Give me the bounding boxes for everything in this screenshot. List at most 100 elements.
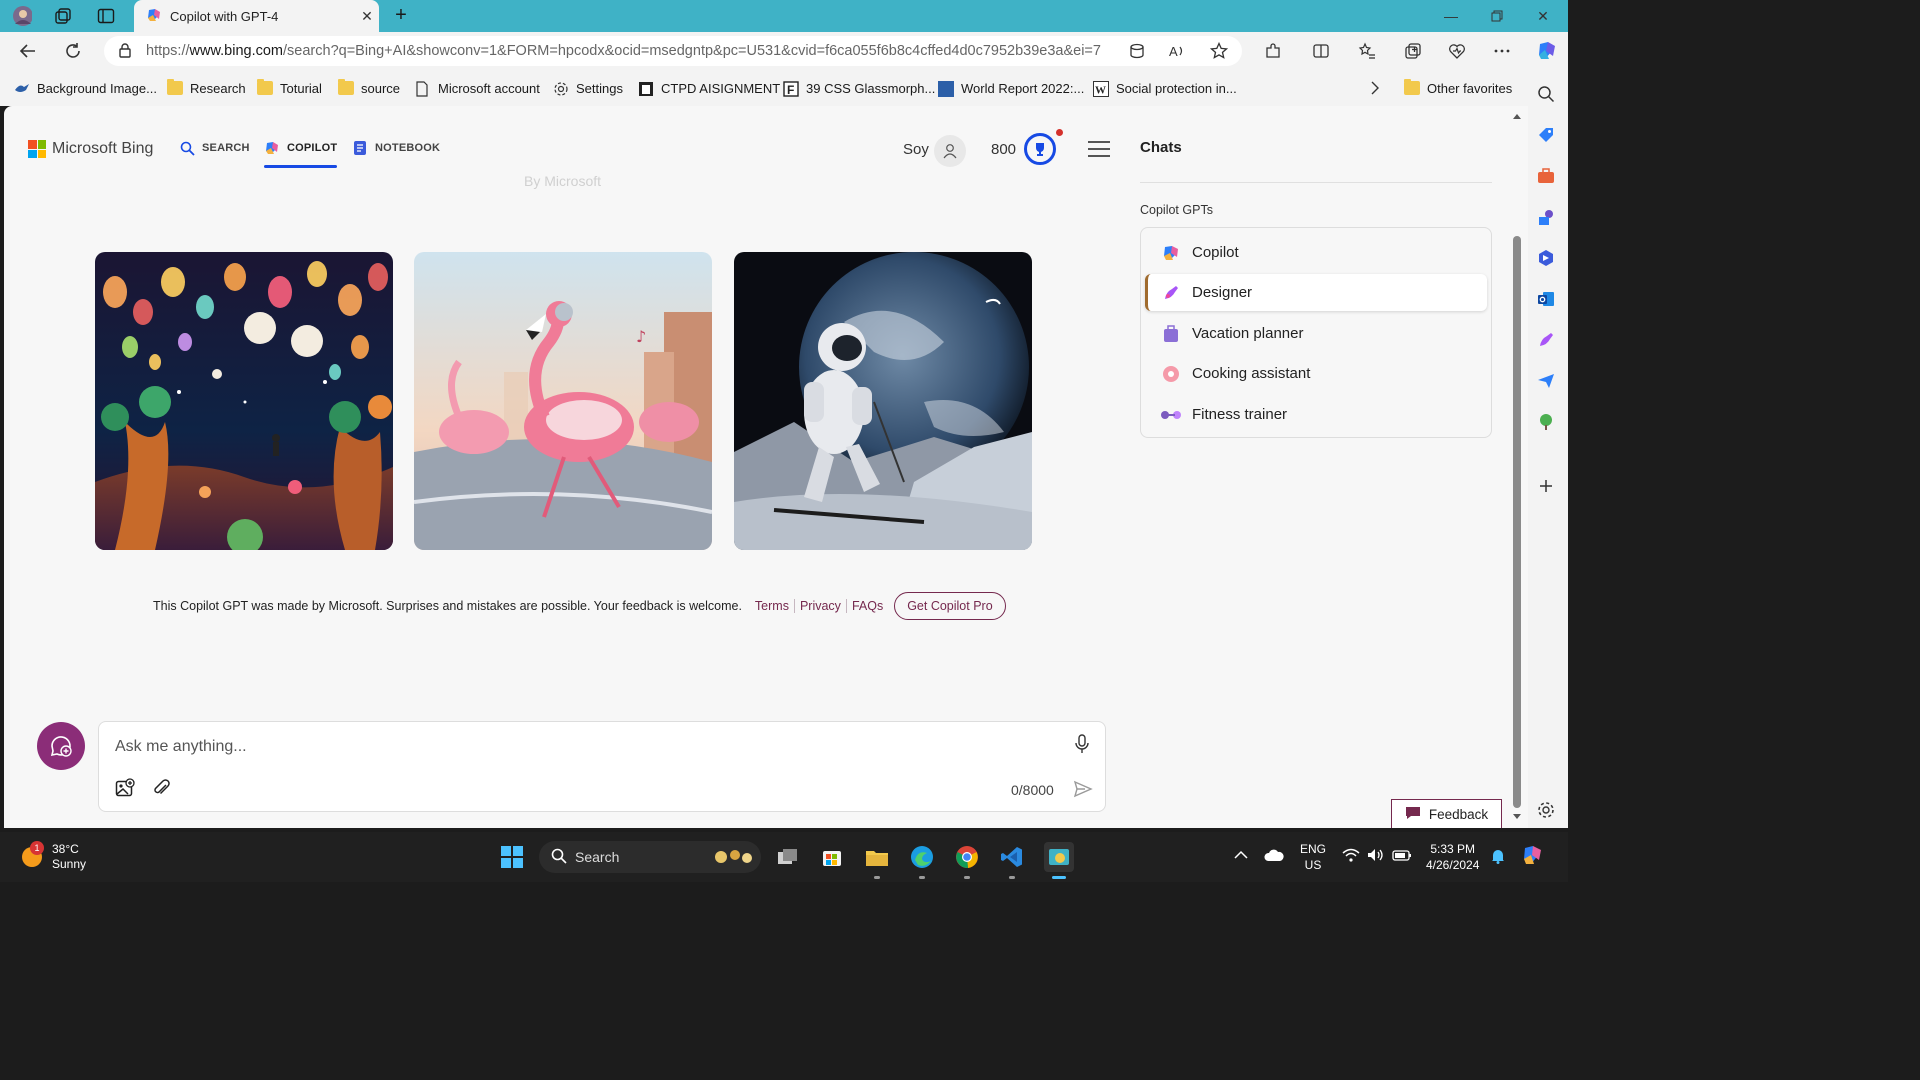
onedrive-icon[interactable] (1264, 848, 1284, 866)
close-tab-icon[interactable]: ✕ (355, 8, 379, 25)
image-upload-icon[interactable] (115, 778, 135, 801)
close-window-button[interactable]: ✕ (1520, 0, 1566, 32)
favorite-ctpd[interactable]: CTPD AISIGNMENT (638, 79, 780, 97)
copilot-sidebar-icon[interactable] (1534, 38, 1560, 64)
language-indicator[interactable]: ENG US (1300, 841, 1326, 873)
collections-icon[interactable] (1402, 40, 1424, 62)
gpt-item-vacation-planner[interactable]: Vacation planner (1145, 315, 1487, 352)
address-bar[interactable]: https://www.bing.com/search?q=Bing+AI&sh… (104, 36, 1242, 66)
hamburger-menu-icon[interactable] (1088, 141, 1110, 159)
favorite-toturial[interactable]: Toturial (257, 79, 322, 97)
split-screen-icon[interactable] (1310, 40, 1332, 62)
minimize-button[interactable]: — (1428, 0, 1474, 32)
weather-widget[interactable]: 1 38°C Sunny (22, 841, 86, 872)
favorite-social-protection[interactable]: W Social protection in... (1093, 79, 1237, 97)
chat-input[interactable]: Ask me anything... (115, 738, 247, 756)
extensions-icon[interactable] (1262, 40, 1284, 62)
browser-essentials-icon[interactable] (1446, 40, 1468, 62)
microsoft-store-icon[interactable] (819, 844, 845, 870)
gpt-item-copilot[interactable]: Copilot (1145, 234, 1487, 271)
example-image-lanterns[interactable] (95, 252, 393, 550)
bing-copilot-page: Microsoft Bing SEARCH COPILOT NOTEBOOK B… (4, 106, 1507, 828)
scrollbar-thumb[interactable] (1513, 236, 1521, 808)
user-name[interactable]: Soy (903, 141, 929, 158)
battery-icon[interactable] (1392, 848, 1412, 866)
add-sidebar-icon[interactable] (1536, 476, 1556, 496)
example-image-astronaut[interactable] (734, 252, 1032, 550)
favorite-research[interactable]: Research (167, 79, 246, 97)
favorite-microsoft-account[interactable]: Microsoft account (415, 79, 540, 97)
favorite-star-icon[interactable] (1208, 40, 1230, 62)
scroll-down-icon[interactable] (1512, 813, 1522, 821)
terms-link[interactable]: Terms (750, 599, 794, 613)
feedback-button[interactable]: Feedback (1391, 799, 1502, 828)
rewards-trophy-icon[interactable] (1024, 133, 1056, 165)
chevron-up-icon[interactable] (1234, 848, 1248, 864)
page-scrollbar[interactable] (1507, 106, 1528, 828)
microphone-icon[interactable] (1073, 734, 1091, 757)
database-icon[interactable] (1126, 40, 1148, 62)
rewards-points[interactable]: 800 (991, 141, 1016, 158)
favorite-background-image[interactable]: Background Image... (14, 79, 157, 97)
other-favorites[interactable]: Other favorites (1404, 79, 1512, 97)
chat-composer[interactable]: Ask me anything... 0/8000 (98, 721, 1106, 812)
profile-avatar-icon[interactable] (12, 6, 32, 26)
favorites-list-icon[interactable] (1356, 40, 1378, 62)
more-menu-icon[interactable] (1491, 40, 1513, 62)
copilot-taskbar-icon[interactable] (1521, 844, 1547, 872)
tools-icon[interactable] (1536, 166, 1556, 186)
get-copilot-pro-button[interactable]: Get Copilot Pro (894, 592, 1006, 620)
url-text[interactable]: https://www.bing.com/search?q=Bing+AI&sh… (146, 43, 1116, 59)
taskbar-search[interactable]: Search (539, 841, 761, 873)
tree-icon[interactable] (1536, 412, 1556, 432)
new-topic-button[interactable] (37, 722, 85, 770)
gpt-item-designer[interactable]: Designer (1145, 274, 1487, 311)
tab-search[interactable]: SEARCH (179, 140, 250, 156)
vscode-icon[interactable] (999, 844, 1025, 870)
volume-icon[interactable] (1367, 848, 1385, 866)
faqs-link[interactable]: FAQs (845, 599, 888, 613)
workspaces-icon[interactable] (53, 6, 73, 26)
gpt-item-cooking-assistant[interactable]: Cooking assistant (1145, 355, 1487, 392)
example-image-flamingo[interactable]: ♪ (414, 252, 712, 550)
outlook-icon[interactable] (1536, 289, 1556, 309)
new-tab-button[interactable]: + (389, 4, 413, 28)
back-icon[interactable] (16, 39, 40, 63)
games-icon[interactable] (1536, 207, 1556, 227)
favorite-world-report[interactable]: World Report 2022:... (938, 79, 1084, 97)
task-view-icon[interactable] (775, 844, 801, 870)
restore-button[interactable] (1474, 0, 1520, 32)
favorite-source[interactable]: source (338, 79, 400, 97)
clock[interactable]: 5:33 PM 4/26/2024 (1426, 841, 1479, 873)
chevron-right-icon[interactable] (1370, 79, 1380, 97)
windows-start-icon[interactable] (499, 844, 525, 870)
lock-icon[interactable] (118, 42, 132, 61)
wifi-icon[interactable] (1342, 848, 1360, 866)
browser-tab-active[interactable]: Copilot with GPT-4 ✕ (134, 0, 379, 32)
favorite-settings[interactable]: Settings (553, 79, 623, 97)
shopping-tag-icon[interactable] (1536, 125, 1556, 145)
scroll-up-icon[interactable] (1512, 112, 1522, 120)
m365-icon[interactable] (1536, 248, 1556, 268)
search-icon[interactable] (1536, 84, 1556, 104)
browser-window-icon[interactable] (1044, 842, 1074, 872)
sidebar-settings-icon[interactable] (1536, 800, 1556, 820)
favorite-css-glassmorph[interactable]: F 39 CSS Glassmorph... (783, 79, 935, 97)
file-explorer-icon[interactable] (864, 844, 890, 870)
microsoft-bing-logo[interactable]: Microsoft Bing (28, 140, 153, 158)
edge-browser-icon[interactable] (909, 844, 935, 870)
send-icon[interactable] (1073, 780, 1093, 801)
refresh-icon[interactable] (61, 39, 85, 63)
privacy-link[interactable]: Privacy (793, 599, 846, 613)
send-icon[interactable] (1536, 371, 1556, 391)
notifications-bell-icon[interactable] (1490, 848, 1506, 868)
gpt-item-fitness-trainer[interactable]: Fitness trainer (1145, 396, 1487, 433)
paperclip-icon[interactable] (151, 778, 171, 801)
read-aloud-icon[interactable]: A (1166, 40, 1188, 62)
tab-notebook[interactable]: NOTEBOOK (352, 140, 440, 156)
tab-actions-icon[interactable] (96, 6, 116, 26)
chrome-icon[interactable] (954, 844, 980, 870)
user-avatar-icon[interactable] (934, 135, 966, 167)
tab-copilot[interactable]: COPILOT (264, 140, 338, 168)
designer-sidebar-icon[interactable] (1536, 330, 1556, 350)
